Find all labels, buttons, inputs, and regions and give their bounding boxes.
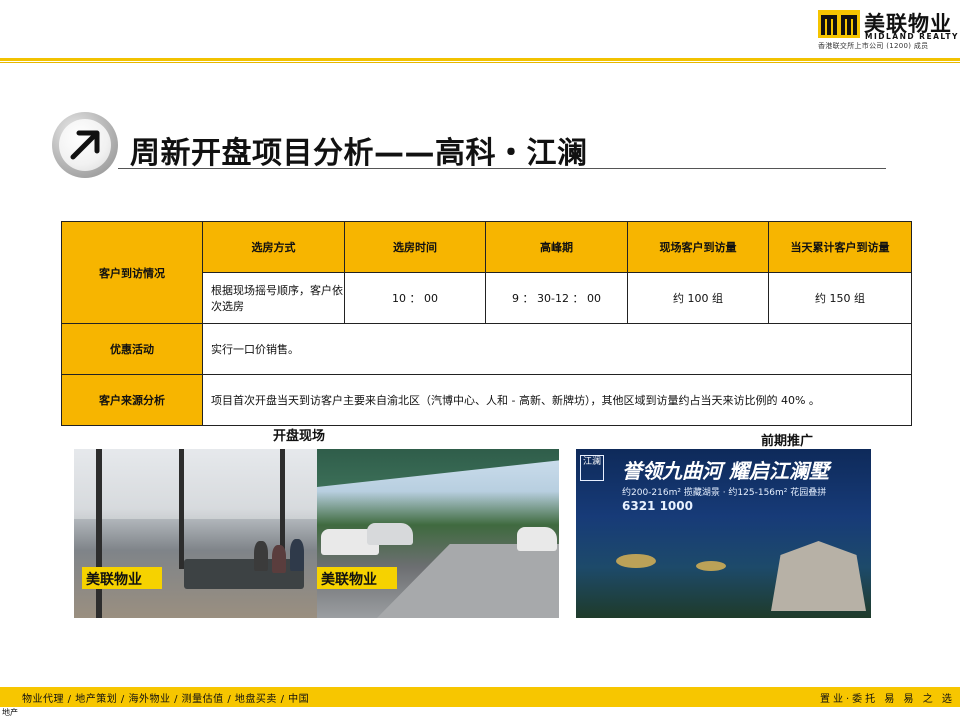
brand-subtitle: 香港联交所上市公司 (1200) 成员 <box>818 42 929 50</box>
promo-headline: 誉领九曲河 耀启江澜墅 <box>622 459 829 483</box>
photo-column <box>96 449 102 618</box>
promo-light-glow <box>696 561 726 571</box>
photo-car <box>367 523 413 545</box>
col-header-selection-time: 选房时间 <box>344 221 486 273</box>
photo-person <box>290 539 304 571</box>
col-header-total-visits: 当天累计客户到访量 <box>768 221 912 273</box>
table-row: 客户来源分析 项目首次开盘当天到访客户主要来自渝北区（汽博中心、人和 - 高新、… <box>61 374 912 426</box>
top-divider <box>0 58 960 61</box>
brand-logo: 美联物业 MIDLAND REALTY 香港联交所上市公司 (1200) 成员 <box>818 8 957 52</box>
corner-text: 地产 <box>2 708 18 717</box>
photo-road <box>377 544 559 618</box>
table-row: 客户到访情况 选房方式 选房时间 高峰期 现场客户到访量 当天累计客户到访量 <box>61 221 912 324</box>
source-value-cell: 项目首次开盘当天到访客户主要来自渝北区（汽博中心、人和 - 高新、新牌坊），其他… <box>202 374 912 426</box>
promo-phone: 6321 1000 <box>622 499 693 513</box>
visit-info-table: 客户到访情况 选房方式 选房时间 高峰期 现场客户到访量 当天累计客户到访量 根… <box>61 221 912 426</box>
page-title: 周新开盘项目分析——高科・江澜 <box>130 136 588 171</box>
col-header-selection-method: 选房方式 <box>202 221 345 273</box>
promo-project-tag: 江澜 <box>580 455 604 481</box>
col-header-onsite-visits: 现场客户到访量 <box>627 221 769 273</box>
watermark-text: 美联物业 <box>86 572 142 588</box>
footer-services: 物业代理 / 地产策划 / 海外物业 / 测量估值 / 地盘买卖 / 中国 <box>22 694 310 705</box>
promo-value-cell: 实行一口价销售。 <box>202 323 912 375</box>
cell-total-visits: 约 150 组 <box>768 272 912 324</box>
promo-villa <box>771 541 866 611</box>
photo-column <box>179 449 184 569</box>
visit-label-cell: 客户到访情况 <box>61 221 203 324</box>
promo-subline: 约200-216m² 揽藏湖景 · 约125-156m² 花园叠拼 <box>622 488 827 498</box>
section-label-opening-site: 开盘现场 <box>273 429 326 444</box>
brand-name-en: MIDLAND REALTY <box>865 32 959 41</box>
photo-sofa <box>184 559 304 589</box>
photo-person <box>272 545 286 573</box>
photo-parking-area: 美联物业 <box>317 449 559 618</box>
cell-selection-method: 根据现场摇号顺序，客户依次选房 <box>202 272 345 324</box>
footer-slogan: 置业·委托 易 易 之 选 <box>820 694 955 705</box>
cell-peak: 9 ： 30-12 ： 00 <box>485 272 628 324</box>
midland-logo-icon <box>818 10 860 38</box>
title-underline <box>118 168 886 169</box>
photo-person <box>254 541 268 571</box>
table-row: 优惠活动 实行一口价销售。 <box>61 323 912 375</box>
promo-light-glow <box>616 554 656 568</box>
watermark-text: 美联物业 <box>321 572 377 588</box>
promo-label-cell: 优惠活动 <box>61 323 203 375</box>
photo-sales-lobby: 美联物业 <box>74 449 317 618</box>
arrow-up-right-icon <box>70 130 100 160</box>
top-divider-thin <box>0 62 960 63</box>
photo-car <box>517 527 557 551</box>
cell-onsite-visits: 约 100 组 <box>627 272 769 324</box>
title-badge-inner <box>59 119 111 171</box>
source-label-cell: 客户来源分析 <box>61 374 203 426</box>
photo-canopy <box>317 449 559 487</box>
photo-promo-billboard: 江澜 誉领九曲河 耀启江澜墅 约200-216m² 揽藏湖景 · 约125-15… <box>576 449 871 618</box>
cell-selection-time: 10 ： 00 <box>344 272 486 324</box>
section-label-pre-promo: 前期推广 <box>761 434 814 449</box>
col-header-peak: 高峰期 <box>485 221 628 273</box>
title-badge <box>52 112 118 178</box>
